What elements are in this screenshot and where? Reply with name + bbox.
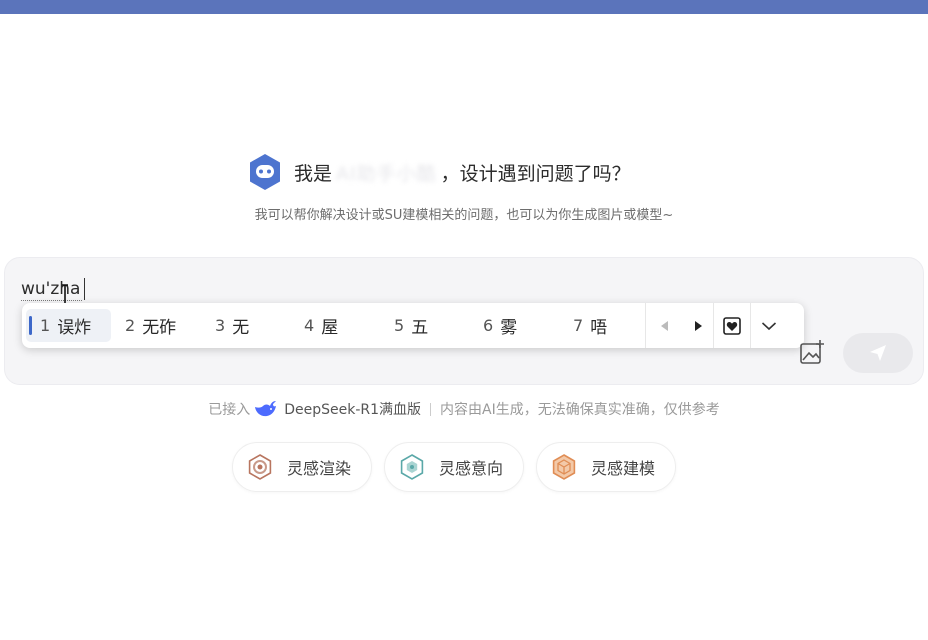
intent-icon (400, 454, 424, 480)
ime-candidate-5[interactable]: 5五 (380, 309, 469, 342)
text-caret (84, 278, 85, 300)
hero-header: 我是 AI助手小酷 ，设计遇到问题了吗？ (0, 152, 928, 192)
inspiration-render-button[interactable]: 灵感渲染 (232, 442, 373, 492)
deepseek-whale-icon (255, 401, 277, 417)
ime-expand-button[interactable] (751, 303, 786, 348)
send-arrow-icon (870, 345, 886, 361)
modeling-icon (552, 454, 576, 480)
ime-prev-page-button[interactable] (646, 303, 683, 348)
assistant-logo-icon (250, 154, 280, 190)
inspiration-modeling-button[interactable]: 灵感建模 (536, 442, 677, 492)
hero-title-suffix: ，设计遇到问题了吗？ (440, 162, 631, 185)
hero-title-prefix: 我是 (294, 162, 333, 185)
ime-candidate-4[interactable]: 4屋 (290, 309, 380, 342)
ime-candidate-1[interactable]: 1 误炸 (26, 309, 111, 342)
model-info-line: 已接入 DeepSeek-R1满血版 内容由AI生成，无法确保真实准确，仅供参考 (0, 398, 928, 420)
chevron-down-icon (761, 321, 776, 330)
ime-composition-text[interactable]: wu'zha (21, 278, 83, 301)
hero-title: 我是 AI助手小酷 ，设计遇到问题了吗？ (294, 159, 631, 186)
bookmark-heart-icon (723, 316, 741, 335)
disclaimer-text: 内容由AI生成，无法确保真实准确，仅供参考 (440, 402, 720, 418)
connected-label: 已接入 (208, 402, 251, 418)
model-name: DeepSeek-R1满血版 (284, 402, 422, 418)
ime-candidate-6[interactable]: 6雾 (469, 309, 559, 342)
quick-actions: 灵感渲染 灵感意向 灵感建模 (232, 442, 688, 492)
assistant-name-blurred: AI助手小酷 (336, 162, 437, 185)
footer-divider (430, 402, 432, 416)
ime-favorite-button[interactable] (714, 303, 750, 348)
ime-candidate-7[interactable]: 7唔 (559, 309, 645, 342)
ime-candidate-2[interactable]: 2 无砟 (111, 309, 201, 342)
triangle-left-icon (661, 320, 668, 331)
ime-candidate-3[interactable]: 3无 (201, 309, 290, 342)
top-bar (0, 0, 928, 14)
render-icon (248, 454, 272, 480)
ime-next-page-button[interactable] (683, 303, 713, 348)
ime-candidate-panel[interactable]: 1 误炸 2 无砟 3无 4屋 5五 6雾 7唔 (22, 303, 804, 348)
ime-candidate-list: 1 误炸 2 无砟 3无 4屋 5五 6雾 7唔 (22, 303, 645, 348)
triangle-right-icon (694, 320, 702, 331)
hero-subtitle: 我可以帮你解决设计或SU建模相关的问题，也可以为你生成图片或模型~ (254, 208, 674, 223)
inspiration-intent-button[interactable]: 灵感意向 (384, 442, 525, 492)
image-upload-icon[interactable] (798, 338, 826, 366)
send-button[interactable] (843, 333, 913, 373)
